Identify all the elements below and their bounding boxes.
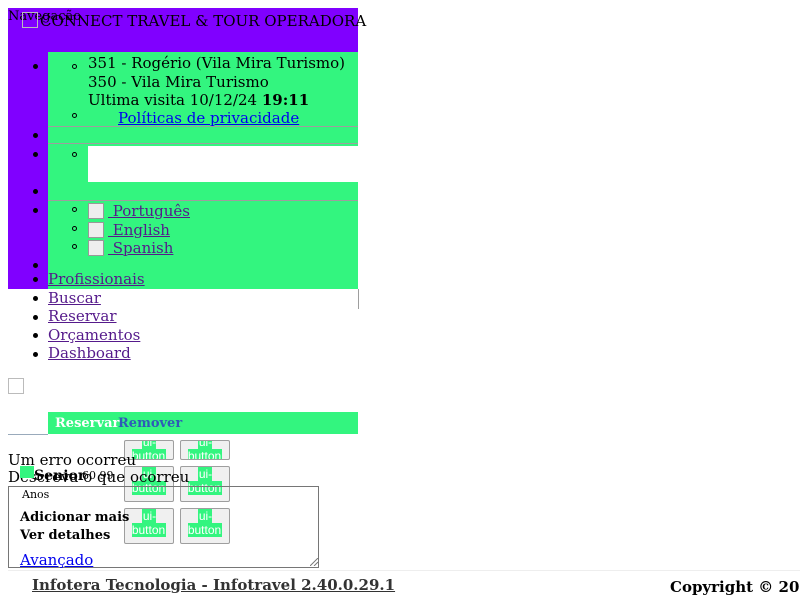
senior-label: Senior [34,468,86,484]
circle-bullet-icon [72,226,77,231]
reservar-button[interactable]: Reservar [55,416,119,431]
menu-link[interactable]: Dashboard [48,344,131,362]
circle-bullet-icon [72,207,77,212]
overlapping-text: Adicionar mais [20,510,130,525]
bullet-icon [33,352,38,357]
last-visit-label: Ultima visita 10/12/24 [88,91,258,109]
bullet-icon [33,277,38,282]
bullet-icon [33,296,38,301]
circle-bullet-icon [72,152,77,157]
resize-grip-icon[interactable] [310,558,318,566]
footer-divider [8,570,800,571]
anos-label: Anos [22,488,50,501]
menu-item-profissionais[interactable]: Profissionais [48,270,145,288]
lang-portugues[interactable]: Português [88,202,190,220]
user-agency: 350 - Vila Mira Turismo [88,73,269,91]
ui-button-label: ui-button [187,441,223,459]
menu-link[interactable]: Reservar [48,307,117,325]
advanced-link[interactable]: Avançado [20,551,93,569]
ui-button[interactable]: ui-button [180,440,230,460]
bullet-icon [33,64,38,69]
uk-flag-icon [88,222,104,238]
menu-item-reservar[interactable]: Reservar [48,307,117,325]
menu-spacer [48,127,358,144]
brand-name: CONNECT TRAVEL & TOUR OPERADORA [40,12,367,30]
circle-bullet-icon [72,244,77,249]
circle-bullet-icon [72,113,77,118]
menu-item-dashboard[interactable]: Dashboard [48,344,131,362]
bullet-icon [33,315,38,320]
ui-button-label: ui-button [131,441,167,459]
brazil-flag-icon [88,203,104,219]
lang-spanish-link[interactable]: Spanish [108,239,174,257]
checkbox-icon[interactable] [20,466,34,478]
bullet-icon [33,208,38,213]
menu-spacer [48,182,358,200]
overlapping-text: Ver detalhes [20,528,111,543]
lang-spanish[interactable]: Spanish [88,239,173,257]
bullet-icon [33,263,38,268]
search-input[interactable] [88,146,358,182]
last-visit-time: 19:11 [261,91,310,109]
bullet-icon [33,152,38,157]
menu-link[interactable]: Buscar [48,289,101,307]
last-visit: Ultima visita 10/12/24 19:11 [88,91,309,109]
circle-bullet-icon [72,64,77,69]
menu-item-orcamentos[interactable]: Orçamentos [48,326,140,344]
bullet-icon [33,333,38,338]
copyright: Copyright © 2024 [670,578,800,596]
bullet-icon [33,133,38,138]
brand-logo[interactable]: CONNECT TRAVEL & TOUR OPERADORA [22,12,366,30]
menu-item-buscar[interactable]: Buscar [48,289,101,307]
bullet-icon [33,189,38,194]
spain-flag-icon [88,240,104,256]
lang-english-link[interactable]: English [108,221,170,239]
privacy-link-text[interactable]: Políticas de privacidade [118,109,299,127]
menu-link[interactable]: Orçamentos [48,326,140,344]
lang-portugues-link[interactable]: Português [108,202,190,220]
broken-image-icon [8,378,24,394]
user-name: 351 - Rogério (Vila Mira Turismo) [88,54,346,72]
footer-link[interactable]: Infotera Tecnologia - Infotravel 2.40.0.… [32,576,395,594]
lang-english[interactable]: English [88,221,170,239]
senior-value: 60 99 [82,469,114,482]
privacy-link[interactable]: Políticas de privacidade [118,109,299,127]
remover-button[interactable]: Remover [118,416,182,431]
broken-image-icon [22,12,38,28]
menu-link[interactable]: Profissionais [48,270,145,288]
divider [8,434,48,435]
advanced-link-text[interactable]: Avançado [20,551,93,569]
